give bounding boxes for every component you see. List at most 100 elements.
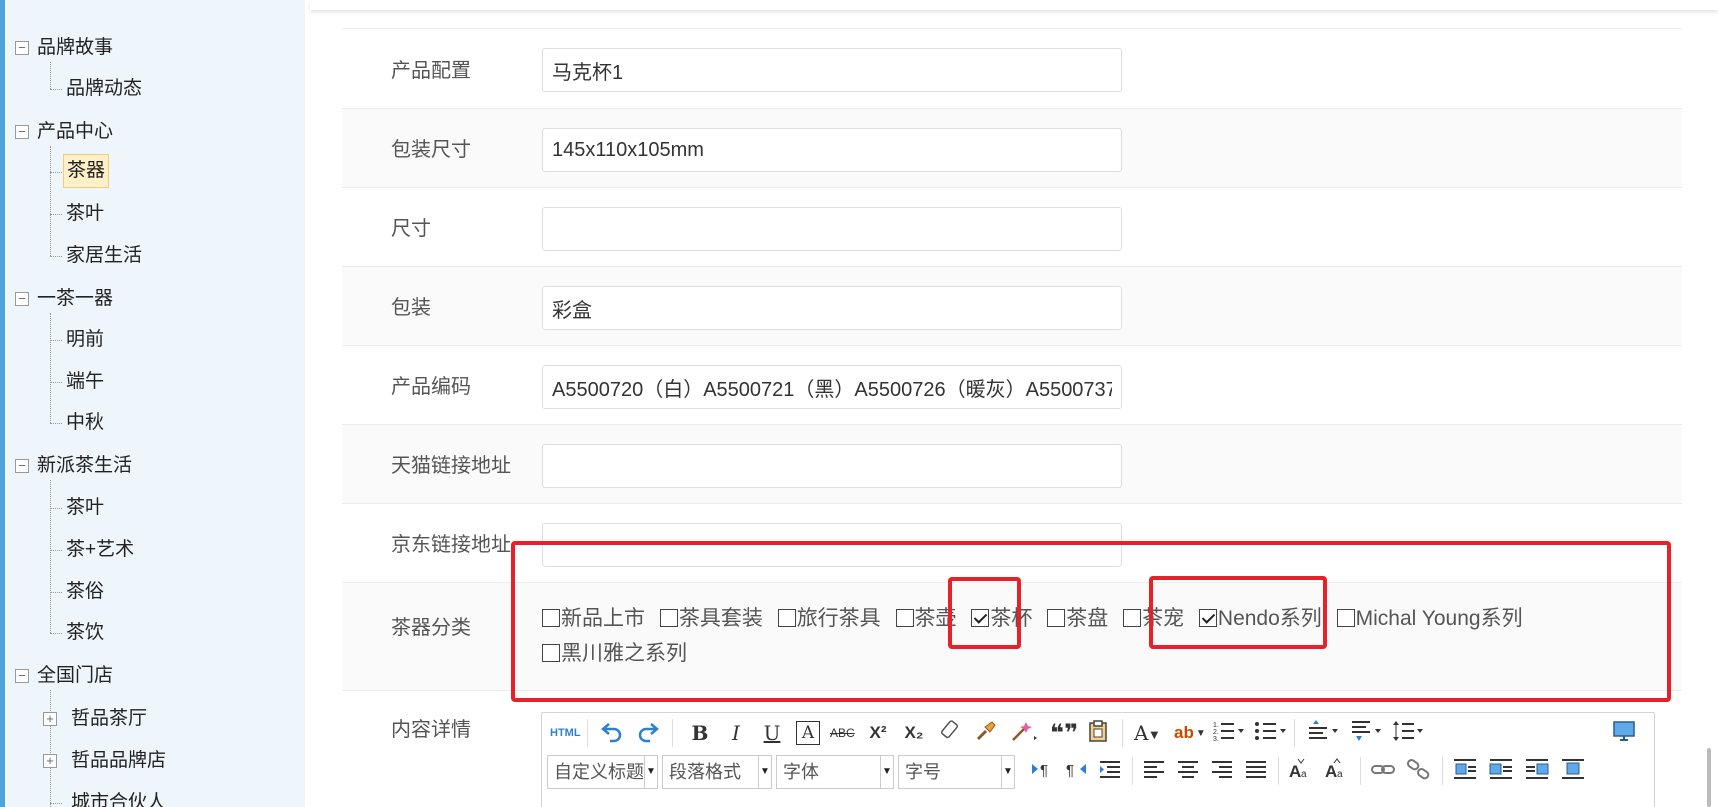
- size-input[interactable]: [542, 207, 1122, 251]
- tree-leaf-city-partner[interactable]: 城市合伙人: [68, 786, 169, 807]
- product-config-input[interactable]: [542, 48, 1122, 92]
- collapse-toggle-national-stores[interactable]: −: [15, 669, 29, 683]
- checkbox-michal-young-series[interactable]: Michal Young系列: [1336, 601, 1523, 636]
- checkbox-tea-tray[interactable]: 茶盘: [1047, 601, 1108, 636]
- align-right-icon[interactable]: [1210, 757, 1234, 785]
- preview-monitor-icon[interactable]: [1612, 719, 1636, 747]
- html-source-button[interactable]: HTML: [550, 719, 581, 747]
- checkbox-box-checked[interactable]: [1198, 609, 1217, 627]
- tree-leaf-zhongqiu[interactable]: 中秋: [63, 406, 107, 440]
- tree-leaf-duanwu[interactable]: 端午: [63, 365, 107, 399]
- field-label: 内容详情: [391, 719, 471, 741]
- rtl-direction-icon[interactable]: ¶: [1064, 757, 1088, 785]
- indent-icon[interactable]: [1098, 757, 1122, 785]
- package-size-input[interactable]: [542, 128, 1122, 172]
- uppercase-icon[interactable]: Aa: [1288, 757, 1314, 785]
- ordered-list-icon[interactable]: 1. 2. 3.: [1212, 719, 1246, 747]
- subscript-button[interactable]: X₂: [902, 719, 926, 747]
- ltr-direction-icon[interactable]: ¶: [1030, 757, 1054, 785]
- collapse-toggle-brand-story[interactable]: −: [15, 41, 29, 55]
- collapse-toggle-one-tea-one-ware[interactable]: −: [15, 292, 29, 306]
- row-spacing-top-icon[interactable]: [1307, 719, 1341, 747]
- italic-button[interactable]: I: [724, 719, 748, 747]
- checkbox-kurokawa-series[interactable]: 黑川雅之系列: [542, 636, 687, 671]
- align-left-icon[interactable]: [1142, 757, 1166, 785]
- checkbox-box[interactable]: [1047, 609, 1066, 627]
- image-left-icon[interactable]: [1488, 757, 1514, 785]
- checkbox-new-arrivals[interactable]: 新品上市: [542, 601, 645, 636]
- expand-toggle-tea-hall[interactable]: +: [43, 712, 57, 726]
- checkbox-teacup[interactable]: 茶杯: [971, 601, 1032, 636]
- svg-text:¶: ¶: [1040, 762, 1048, 779]
- align-center-icon[interactable]: [1176, 757, 1200, 785]
- superscript-button[interactable]: X²: [866, 719, 890, 747]
- paragraph-format-select[interactable]: 段落格式 ▼: [662, 755, 772, 789]
- tree-node-national-stores[interactable]: 全国门店: [37, 661, 113, 691]
- tree-leaf-mingqian[interactable]: 明前: [63, 323, 107, 357]
- tree-leaf-tea-ware-selected[interactable]: 茶器: [63, 154, 110, 188]
- packaging-input[interactable]: [542, 286, 1122, 330]
- eraser-icon[interactable]: [938, 719, 962, 747]
- collapse-toggle-new-tea-life[interactable]: −: [15, 459, 29, 473]
- checkbox-box[interactable]: [895, 609, 914, 627]
- checkbox-tea-pet[interactable]: 茶宠: [1123, 601, 1184, 636]
- tree-leaf-tea-drinks[interactable]: 茶饮: [63, 616, 107, 650]
- tree-leaf-zhepin-brand-store[interactable]: 哲品品牌店: [68, 744, 169, 778]
- tree-leaf-tea[interactable]: 茶叶: [63, 491, 107, 525]
- tree-leaf-home-living[interactable]: 家居生活: [63, 239, 145, 273]
- product-code-input[interactable]: [542, 365, 1122, 409]
- align-justify-icon[interactable]: [1244, 757, 1268, 785]
- row-spacing-bottom-icon[interactable]: [1350, 719, 1384, 747]
- font-color-button[interactable]: A ▼: [1134, 719, 1158, 747]
- tree-node-product-center[interactable]: 产品中心: [37, 117, 113, 147]
- checkbox-box[interactable]: [659, 609, 678, 627]
- tree-node-brand-story[interactable]: 品牌故事: [37, 33, 113, 63]
- editor-toolbar-row-2: 自定义标题 ▼ 段落格式 ▼ 字体 ▼ 字号 ▼ ¶ ¶ Aa Aa: [542, 751, 1654, 791]
- checkbox-box[interactable]: [542, 609, 560, 627]
- checkbox-box[interactable]: [542, 644, 560, 662]
- checkbox-travel-tea-sets[interactable]: 旅行茶具: [777, 601, 881, 636]
- lowercase-icon[interactable]: Aa: [1324, 757, 1350, 785]
- image-center-icon[interactable]: [1560, 757, 1586, 785]
- checkbox-box[interactable]: [1123, 609, 1142, 627]
- blockquote-button[interactable]: ❝❞: [1050, 719, 1078, 747]
- line-height-icon[interactable]: [1392, 719, 1426, 747]
- checkbox-box[interactable]: [777, 609, 796, 627]
- bold-button[interactable]: B: [688, 719, 712, 747]
- collapse-toggle-product-center[interactable]: −: [15, 125, 29, 139]
- unordered-list-icon[interactable]: [1254, 719, 1288, 747]
- tmall-link-input[interactable]: [542, 444, 1122, 488]
- checkbox-nendo-series[interactable]: Nendo系列: [1198, 601, 1322, 636]
- font-size-select[interactable]: 字号 ▼: [898, 755, 1015, 789]
- checkbox-box[interactable]: [1336, 609, 1355, 627]
- tree-node-new-tea-life[interactable]: 新派茶生活: [37, 451, 132, 481]
- tree-leaf-tea-custom[interactable]: 茶俗: [63, 575, 107, 609]
- image-none-icon[interactable]: [1452, 757, 1478, 785]
- unlink-icon[interactable]: [1406, 757, 1432, 785]
- underline-button[interactable]: U: [760, 719, 784, 747]
- tree-leaf-zhepin-tea-hall[interactable]: 哲品茶厅: [68, 702, 150, 736]
- strikethrough-button[interactable]: ABC: [830, 719, 855, 747]
- undo-icon[interactable]: [600, 719, 624, 747]
- font-border-button[interactable]: A: [796, 721, 820, 745]
- tree-leaf-brand-news[interactable]: 品牌动态: [63, 72, 145, 106]
- redo-icon[interactable]: [636, 719, 660, 747]
- jd-link-input[interactable]: [542, 523, 1122, 567]
- checkbox-box-checked[interactable]: [971, 609, 990, 627]
- paste-plain-icon[interactable]: [1086, 719, 1110, 747]
- custom-heading-select[interactable]: 自定义标题 ▼: [547, 755, 658, 789]
- tree-leaf-tea-art[interactable]: 茶+艺术: [63, 533, 137, 567]
- checkbox-teapot[interactable]: 茶壶: [895, 601, 957, 636]
- image-right-icon[interactable]: [1524, 757, 1550, 785]
- expand-toggle-brand-store[interactable]: +: [43, 754, 57, 768]
- page-scrollbar[interactable]: [1707, 748, 1711, 807]
- format-brush-icon[interactable]: [974, 719, 998, 747]
- font-family-select[interactable]: 字体 ▼: [776, 755, 894, 789]
- highlight-color-button[interactable]: ab ▼: [1174, 719, 1206, 747]
- tree-node-one-tea-one-ware[interactable]: 一茶一器: [37, 284, 113, 314]
- rich-text-editor[interactable]: HTML B I U A ABC X² X₂ ❝❞ A ▼ ab ▼ 1. 2.…: [541, 712, 1655, 807]
- link-icon[interactable]: [1370, 757, 1396, 785]
- tree-leaf-tea-leaves[interactable]: 茶叶: [63, 197, 107, 231]
- auto-format-icon[interactable]: [1010, 719, 1040, 747]
- checkbox-tea-sets[interactable]: 茶具套装: [659, 601, 763, 636]
